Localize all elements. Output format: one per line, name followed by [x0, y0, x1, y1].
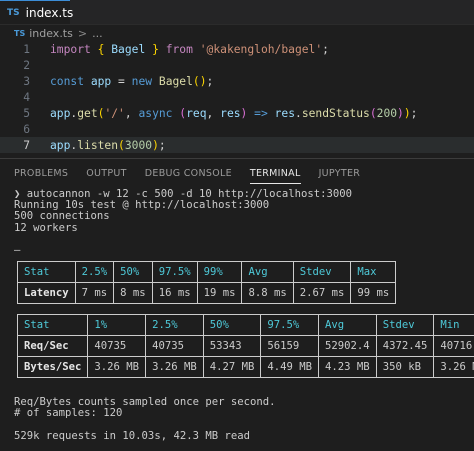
breadcrumb-symbol[interactable]: ... — [92, 27, 103, 40]
table-header: Stdev — [293, 262, 351, 283]
table-row: Latency 7 ms 8 ms 16 ms 19 ms 8.8 ms 2.6… — [18, 283, 396, 304]
line-number: 5 — [0, 107, 50, 120]
table-header: Max — [351, 262, 396, 283]
table-header: 97.5% — [261, 315, 319, 336]
table-header: Stat — [18, 315, 88, 336]
table-header: 50% — [203, 315, 261, 336]
table-cell: 4.23 MB — [319, 357, 377, 378]
table-header: 1% — [88, 315, 146, 336]
table-row: Req/Sec 40735 40735 53343 56159 52902.4 … — [18, 336, 474, 357]
table-cell: 53343 — [203, 336, 261, 357]
table-cell: 3.26 MB — [434, 357, 474, 378]
table-cell: 2.67 ms — [293, 283, 351, 304]
throughput-table: Stat 1% 2.5% 50% 97.5% Avg Stdev Min Req… — [17, 314, 474, 378]
code-line: 2 — [0, 57, 474, 73]
latency-table: Stat 2.5% 50% 97.5% 99% Avg Stdev Max La… — [17, 261, 396, 304]
breadcrumb-file[interactable]: index.ts — [29, 27, 73, 40]
terminal-line: 529k requests in 10.03s, 42.3 MB read — [14, 431, 276, 442]
line-number: 3 — [0, 75, 50, 88]
bottom-panel: PROBLEMS OUTPUT DEBUG CONSOLE TERMINAL J… — [0, 158, 474, 451]
terminal-line — [14, 234, 352, 245]
table-header: Stdev — [376, 315, 434, 336]
tab-terminal[interactable]: TERMINAL — [250, 168, 301, 184]
tab-index-ts[interactable]: TS index.ts — [0, 0, 70, 24]
line-number: 4 — [0, 91, 50, 104]
tab-output[interactable]: OUTPUT — [86, 168, 127, 184]
terminal-line — [14, 419, 276, 430]
table-cell: 56159 — [261, 336, 319, 357]
table-header: Min — [434, 315, 474, 336]
table-cell: 99 ms — [351, 283, 396, 304]
terminal-output[interactable]: ❯ autocannon -w 12 -c 500 -d 10 http://l… — [14, 189, 352, 256]
tab-problems[interactable]: PROBLEMS — [14, 168, 68, 184]
tab-jupyter[interactable]: JUPYTER — [319, 168, 361, 184]
table-header: Avg — [242, 262, 293, 283]
terminal-line: 12 workers — [14, 223, 352, 234]
code-text: const app = new Bagel(); — [50, 75, 213, 88]
table-cell: 8.8 ms — [242, 283, 293, 304]
terminal-line: # of samples: 120 — [14, 408, 276, 419]
table-header: 2.5% — [75, 262, 114, 283]
editor-tab-bar: TS index.ts — [0, 0, 474, 25]
table-cell: 8 ms — [114, 283, 153, 304]
table-cell: Req/Sec — [18, 336, 88, 357]
code-line: 3 const app = new Bagel(); — [0, 73, 474, 89]
line-number: 2 — [0, 59, 50, 72]
terminal-line: – — [14, 245, 352, 256]
table-header-row: Stat 2.5% 50% 97.5% 99% Avg Stdev Max — [18, 262, 396, 283]
table-row: Bytes/Sec 3.26 MB 3.26 MB 4.27 MB 4.49 M… — [18, 357, 474, 378]
table-header: 97.5% — [152, 262, 197, 283]
code-line: 1 import { Bagel } from '@kakengloh/bage… — [0, 41, 474, 57]
table-cell: 19 ms — [197, 283, 242, 304]
table-cell: 3.26 MB — [146, 357, 204, 378]
breadcrumb: TS index.ts > ... — [0, 25, 103, 41]
typescript-icon: TS — [7, 8, 20, 18]
table-header: 50% — [114, 262, 153, 283]
table-cell: 350 kB — [376, 357, 434, 378]
table-cell: 52902.4 — [319, 336, 377, 357]
table-header: Stat — [18, 262, 76, 283]
table-cell: 40716 — [434, 336, 474, 357]
table-cell: Latency — [18, 283, 76, 304]
table-cell: 4.27 MB — [203, 357, 261, 378]
code-editor[interactable]: 1 import { Bagel } from '@kakengloh/bage… — [0, 41, 474, 148]
table-cell: Bytes/Sec — [18, 357, 88, 378]
table-cell: 40735 — [146, 336, 204, 357]
table-header: 2.5% — [146, 315, 204, 336]
terminal-line: 500 connections — [14, 211, 352, 222]
line-number: 1 — [0, 43, 50, 56]
tab-debug-console[interactable]: DEBUG CONSOLE — [145, 168, 232, 184]
code-text: app.get('/', async (req, res) => res.sen… — [50, 107, 417, 120]
table-header: Avg — [319, 315, 377, 336]
table-cell: 4372.45 — [376, 336, 434, 357]
code-line: 4 — [0, 89, 474, 105]
code-text: import { Bagel } from '@kakengloh/bagel'… — [50, 43, 329, 56]
code-line-active: 7 app.listen(3000); — [0, 137, 474, 153]
line-number: 6 — [0, 123, 50, 136]
table-cell: 4.49 MB — [261, 357, 319, 378]
table-cell: 3.26 MB — [88, 357, 146, 378]
tab-label: index.ts — [26, 6, 74, 20]
line-number: 7 — [0, 139, 50, 152]
table-header: 99% — [197, 262, 242, 283]
table-header-row: Stat 1% 2.5% 50% 97.5% Avg Stdev Min — [18, 315, 474, 336]
table-cell: 7 ms — [75, 283, 114, 304]
chevron-right-icon: > — [78, 27, 87, 40]
code-line: 5 app.get('/', async (req, res) => res.s… — [0, 105, 474, 121]
code-line: 6 — [0, 121, 474, 137]
typescript-icon: TS — [14, 29, 25, 38]
terminal-footer: Req/Bytes counts sampled once per second… — [14, 397, 276, 442]
table-cell: 16 ms — [152, 283, 197, 304]
code-text: app.listen(3000); — [50, 139, 166, 152]
table-cell: 40735 — [88, 336, 146, 357]
panel-tabs: PROBLEMS OUTPUT DEBUG CONSOLE TERMINAL J… — [14, 168, 378, 184]
